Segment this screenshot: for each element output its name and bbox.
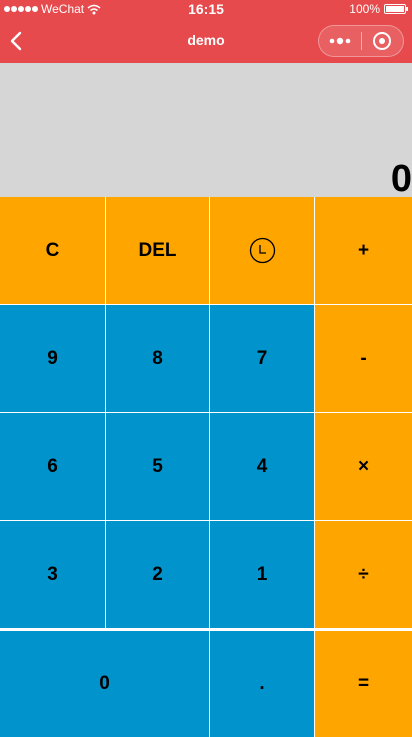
key-0[interactable]: 0 — [0, 631, 209, 737]
more-dots-icon — [329, 37, 351, 45]
battery-icon — [384, 4, 408, 14]
nav-bar: demo — [0, 20, 412, 63]
plus-button[interactable]: + — [315, 197, 412, 304]
calculator-display: 0 — [0, 63, 412, 200]
clear-button[interactable]: C — [0, 197, 105, 304]
key-8[interactable]: 8 — [106, 305, 209, 412]
key-5[interactable]: 5 — [106, 413, 209, 520]
equals-button[interactable]: = — [315, 631, 412, 737]
divide-button[interactable]: ÷ — [315, 521, 412, 628]
key-7[interactable]: 7 — [210, 305, 314, 412]
key-9[interactable]: 9 — [0, 305, 105, 412]
display-value: 0 — [390, 158, 412, 200]
key-dot[interactable]: . — [210, 631, 314, 737]
status-right: 100% — [349, 2, 408, 16]
target-circle-icon — [373, 32, 392, 50]
more-button[interactable] — [319, 26, 361, 56]
delete-button[interactable]: DEL — [106, 197, 209, 304]
multiply-button[interactable]: × — [315, 413, 412, 520]
capsule-menu — [318, 25, 404, 57]
key-1[interactable]: 1 — [210, 521, 314, 628]
close-button[interactable] — [361, 26, 403, 56]
key-4[interactable]: 4 — [210, 413, 314, 520]
keypad: C DEL + 9 8 7 - 6 5 4 × 3 2 1 ÷ 0 . = — [0, 197, 412, 737]
key-2[interactable]: 2 — [106, 521, 209, 628]
history-button[interactable] — [210, 197, 314, 304]
key-6[interactable]: 6 — [0, 413, 105, 520]
key-3[interactable]: 3 — [0, 521, 105, 628]
app: WeChat 16:15 100% demo 0 C DEL + 9 8 7 -… — [0, 0, 412, 737]
minus-button[interactable]: - — [315, 305, 412, 412]
battery-fill — [386, 6, 404, 12]
back-icon[interactable] — [4, 28, 30, 54]
status-bar: WeChat 16:15 100% — [0, 0, 412, 20]
clock-icon — [249, 237, 275, 264]
battery-percent: 100% — [349, 2, 380, 16]
header: WeChat 16:15 100% demo — [0, 0, 412, 63]
